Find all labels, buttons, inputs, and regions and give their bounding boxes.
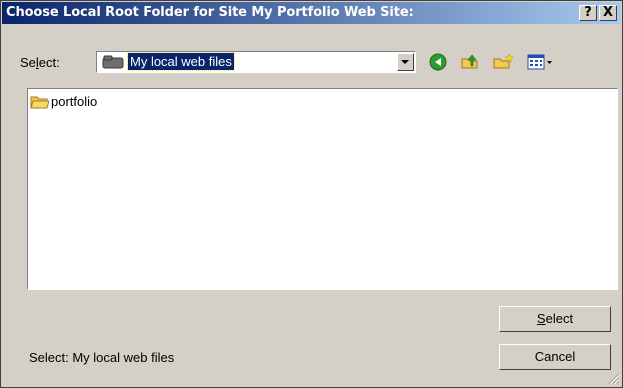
gray-folder-icon (102, 55, 124, 69)
selected-folder-value[interactable]: My local web files (127, 52, 235, 71)
select-button[interactable]: Select (499, 306, 611, 332)
folder-list-view[interactable]: portfolio (27, 88, 618, 290)
select-label: Select: (20, 55, 60, 70)
cancel-button[interactable]: Cancel (499, 344, 611, 370)
close-button[interactable]: X (599, 5, 617, 21)
back-icon[interactable] (427, 52, 449, 72)
view-menu-icon[interactable] (526, 52, 554, 72)
title-bar[interactable]: Choose Local Root Folder for Site My Por… (2, 2, 621, 24)
dropdown-arrow-button[interactable] (397, 53, 414, 71)
folder-select-combobox[interactable]: My local web files (96, 51, 416, 73)
resize-grip-icon[interactable] (608, 373, 620, 385)
dialog-title: Choose Local Root Folder for Site My Por… (6, 5, 414, 20)
up-folder-icon[interactable] (459, 52, 481, 72)
list-item-label: portfolio (51, 94, 98, 109)
new-folder-icon[interactable] (492, 52, 514, 72)
folder-icon (30, 96, 49, 109)
status-text: Select: My local web files (29, 350, 175, 365)
help-button[interactable]: ? (579, 5, 597, 21)
choose-root-folder-dialog: Choose Local Root Folder for Site My Por… (0, 0, 623, 388)
